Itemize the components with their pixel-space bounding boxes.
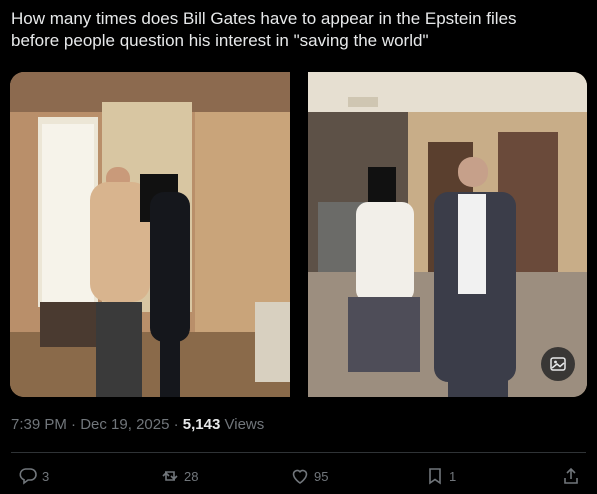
views-count: 5,143	[182, 416, 221, 433]
reply-count: 3	[42, 468, 50, 484]
divider	[11, 452, 586, 453]
meta-separator: ·	[173, 416, 179, 433]
left-photo-image	[10, 72, 290, 397]
repost-button[interactable]: 28	[160, 462, 198, 490]
repost-icon	[162, 471, 178, 481]
image-edit-icon-glyph	[550, 357, 566, 371]
views-label: Views	[224, 416, 265, 433]
tweet-date[interactable]: Dec 19, 2025	[80, 416, 169, 433]
repost-count: 28	[184, 468, 199, 484]
heart-icon	[292, 469, 308, 484]
like-count: 95	[314, 468, 329, 484]
bookmark-icon	[429, 468, 441, 485]
tweet-meta: 7:39 PM · Dec 19, 2025 · 5,143 Views	[11, 416, 264, 433]
share-icon	[564, 467, 578, 484]
meta-separator: ·	[71, 416, 77, 433]
bookmark-count: 1	[449, 468, 457, 484]
right-photo-image	[308, 72, 587, 397]
left-photo[interactable]	[10, 72, 290, 397]
media-grid[interactable]	[10, 72, 587, 397]
right-photo[interactable]	[308, 72, 587, 397]
reply-button[interactable]: 3	[18, 462, 49, 490]
like-button[interactable]: 95	[290, 462, 328, 490]
share-button[interactable]	[561, 462, 581, 490]
reply-icon	[19, 468, 37, 485]
action-bar: 3 28 95 1	[0, 462, 597, 490]
tweet-time[interactable]: 7:39 PM	[11, 416, 67, 433]
bookmark-button[interactable]: 1	[425, 462, 456, 490]
tweet-text: How many times does Bill Gates have to a…	[11, 9, 517, 50]
image-edit-icon[interactable]	[541, 347, 575, 381]
